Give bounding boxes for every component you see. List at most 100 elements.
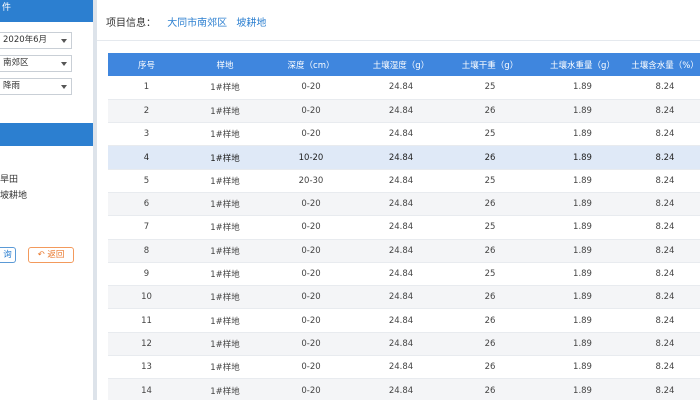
table-cell: 8.24 <box>630 378 700 400</box>
table-cell: 10 <box>108 285 185 310</box>
data-table: 序号 样地 深度（cm） 土壤湿度（g） 土壤干重（g） 土壤水重量（g） 土壤… <box>108 53 700 400</box>
column-header-depth[interactable]: 深度（cm） <box>265 53 357 76</box>
table-row[interactable]: 14 1#样地 0-20 24.84 26 1.89 8.24 <box>108 378 700 400</box>
table-cell: 26 <box>445 332 535 357</box>
project-land-type: 坡耕地 <box>236 18 267 29</box>
table-cell: 8.24 <box>630 332 700 357</box>
table-cell: 1#样地 <box>185 76 265 100</box>
list-item-slope-land[interactable]: 坡耕地 <box>0 188 27 201</box>
table-cell: 26 <box>445 378 535 400</box>
table-cell: 1#样地 <box>185 308 265 333</box>
district-select-value: 南郊区 <box>3 58 29 68</box>
table-cell: 0-20 <box>265 285 357 310</box>
table-cell: 1#样地 <box>185 122 265 147</box>
table-cell: 24.84 <box>357 239 445 263</box>
table-row[interactable]: 5 1#样地 20-30 24.84 25 1.89 8.24 <box>108 169 700 193</box>
table-row[interactable]: 2 1#样地 0-20 24.84 26 1.89 8.24 <box>108 99 700 124</box>
table-cell: 8.24 <box>630 122 700 147</box>
table-cell: 8.24 <box>630 239 700 263</box>
table-cell: 24.84 <box>357 169 445 193</box>
type-select[interactable]: 降雨 <box>0 78 72 95</box>
table-cell: 24.84 <box>357 99 445 124</box>
table-cell: 1.89 <box>535 285 630 310</box>
table-cell: 8.24 <box>630 169 700 193</box>
column-header-water-weight[interactable]: 土壤水重量（g） <box>535 53 630 76</box>
left-panel: 件 2020年6月 南郊区 降雨 旱田 坡耕地 询 ↶ 返回 <box>0 0 93 400</box>
table-cell: 1.89 <box>535 215 630 240</box>
list-item-dry-field[interactable]: 旱田 <box>0 172 18 185</box>
date-select[interactable]: 2020年6月 <box>0 32 72 49</box>
table-cell: 20-30 <box>265 169 357 193</box>
table-cell: 1.89 <box>535 99 630 124</box>
table-cell: 1#样地 <box>185 285 265 310</box>
table-cell: 1#样地 <box>185 262 265 287</box>
table-cell: 24.84 <box>357 76 445 100</box>
table-cell: 5 <box>108 169 185 193</box>
divider <box>97 40 700 41</box>
table-cell: 8.24 <box>630 99 700 124</box>
table-cell: 0-20 <box>265 76 357 100</box>
table-cell: 2 <box>108 99 185 124</box>
table-cell: 24.84 <box>357 215 445 240</box>
table-cell: 0-20 <box>265 332 357 357</box>
back-button[interactable]: ↶ 返回 <box>28 247 74 263</box>
table-cell: 1.89 <box>535 378 630 400</box>
chevron-down-icon <box>61 62 67 66</box>
table-cell: 7 <box>108 215 185 240</box>
district-select[interactable]: 南郊区 <box>0 55 72 72</box>
table-row[interactable]: 3 1#样地 0-20 24.84 25 1.89 8.24 <box>108 122 700 147</box>
table-row[interactable]: 9 1#样地 0-20 24.84 25 1.89 8.24 <box>108 262 700 287</box>
table-cell: 1 <box>108 76 185 100</box>
table-cell: 8.24 <box>630 308 700 333</box>
chevron-down-icon <box>61 85 67 89</box>
query-button[interactable]: 询 <box>0 247 16 263</box>
table-cell: 25 <box>445 262 535 287</box>
table-cell: 24.84 <box>357 332 445 357</box>
table-cell: 0-20 <box>265 378 357 400</box>
table-cell: 8.24 <box>630 215 700 240</box>
table-cell: 26 <box>445 99 535 124</box>
table-row[interactable]: 1 1#样地 0-20 24.84 25 1.89 8.24 <box>108 76 700 100</box>
table-row[interactable]: 11 1#样地 0-20 24.84 26 1.89 8.24 <box>108 308 700 333</box>
table-cell: 0-20 <box>265 355 357 380</box>
table-row[interactable]: 12 1#样地 0-20 24.84 26 1.89 8.24 <box>108 332 700 357</box>
table-cell: 1#样地 <box>185 332 265 357</box>
table-cell: 24.84 <box>357 285 445 310</box>
table-row[interactable]: 10 1#样地 0-20 24.84 26 1.89 8.24 <box>108 285 700 310</box>
table-cell: 0-20 <box>265 122 357 147</box>
table-row[interactable]: 4 1#样地 10-20 24.84 26 1.89 8.24 <box>108 145 700 170</box>
table-cell: 26 <box>445 355 535 380</box>
chevron-down-icon <box>61 39 67 43</box>
table-cell: 1.89 <box>535 239 630 263</box>
table-cell: 9 <box>108 262 185 287</box>
column-header-dry-weight[interactable]: 土壤干重（g） <box>445 53 535 76</box>
type-select-value: 降雨 <box>3 81 21 91</box>
table-row[interactable]: 6 1#样地 0-20 24.84 26 1.89 8.24 <box>108 192 700 217</box>
column-header-index[interactable]: 序号 <box>108 53 185 76</box>
project-info: 项目信息： 大同市南郊区 坡耕地 <box>106 14 266 29</box>
table-cell: 8.24 <box>630 355 700 380</box>
table-cell: 1#样地 <box>185 169 265 193</box>
back-button-label: 返回 <box>47 250 65 260</box>
table-cell: 14 <box>108 378 185 400</box>
table-cell: 1.89 <box>535 192 630 217</box>
table-cell: 25 <box>445 215 535 240</box>
table-cell: 8.24 <box>630 262 700 287</box>
section-header <box>0 123 93 146</box>
column-header-water-content[interactable]: 土壤含水量（%） <box>630 53 700 76</box>
table-cell: 8 <box>108 239 185 263</box>
table-cell: 4 <box>108 145 185 170</box>
table-row[interactable]: 13 1#样地 0-20 24.84 26 1.89 8.24 <box>108 355 700 380</box>
column-header-humidity[interactable]: 土壤湿度（g） <box>357 53 445 76</box>
table-cell: 26 <box>445 145 535 170</box>
table-cell: 1#样地 <box>185 239 265 263</box>
table-row[interactable]: 7 1#样地 0-20 24.84 25 1.89 8.24 <box>108 215 700 240</box>
table-cell: 0-20 <box>265 239 357 263</box>
table-cell: 13 <box>108 355 185 380</box>
table-cell: 0-20 <box>265 262 357 287</box>
table-cell: 26 <box>445 308 535 333</box>
table-cell: 1#样地 <box>185 192 265 217</box>
column-header-plot[interactable]: 样地 <box>185 53 265 76</box>
table-cell: 25 <box>445 76 535 100</box>
table-row[interactable]: 8 1#样地 0-20 24.84 26 1.89 8.24 <box>108 239 700 263</box>
